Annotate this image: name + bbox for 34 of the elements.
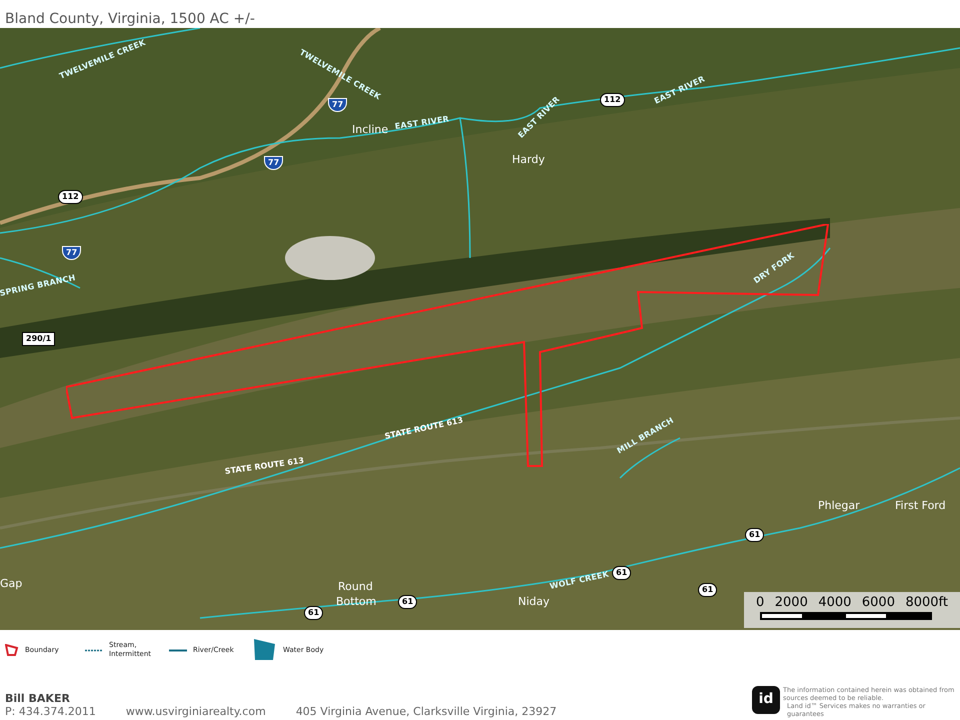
scale-bar-icon <box>760 612 932 620</box>
address-text: 405 Virginia Avenue, Clarksville Virginia, 23927 <box>296 705 557 719</box>
map-label: EAST RIVER <box>394 115 450 131</box>
dashed-line-icon <box>85 648 103 652</box>
map-label: Hardy <box>512 154 545 165</box>
route-shield: 290/1 <box>22 332 56 346</box>
map-label: First Ford <box>895 500 946 511</box>
map-subtitle: Bland County, Virginia, 1500 AC +/- <box>5 12 255 26</box>
scale-label: 2000 <box>774 596 808 609</box>
map-label: Phlegar <box>818 500 860 511</box>
map-label: Incline <box>352 124 388 135</box>
boundary-symbol-icon <box>5 644 19 656</box>
line-icon <box>169 648 187 652</box>
phone-number: P: 434.374.2011 <box>5 705 96 719</box>
map-label: Niday <box>518 596 550 607</box>
map-label: WOLF CREEK <box>549 570 610 591</box>
route-shield: 77 <box>328 98 348 112</box>
logo: id <box>752 686 780 714</box>
route-shield: 77 <box>62 246 82 260</box>
route-shield: 112 <box>600 93 625 107</box>
scale-label: 0 <box>756 596 764 609</box>
route-shield: 112 <box>58 190 83 204</box>
map-label: Round <box>338 581 373 592</box>
map-label: STATE ROUTE 613 <box>224 456 305 476</box>
scale-label: 4000 <box>818 596 852 609</box>
map-label: Gap <box>0 578 22 589</box>
water-polygon-icon <box>253 639 277 661</box>
website-link[interactable]: www.usvirginiarealty.com <box>126 705 266 719</box>
scale-label: 6000 <box>862 596 895 609</box>
scale-label: 8000ft <box>905 596 948 609</box>
map-label: STATE ROUTE 613 <box>384 416 464 441</box>
agent-name: Bill BAKER <box>5 692 71 706</box>
map-label: SPRING BRANCH <box>0 274 76 298</box>
route-shield: 77 <box>264 156 284 170</box>
